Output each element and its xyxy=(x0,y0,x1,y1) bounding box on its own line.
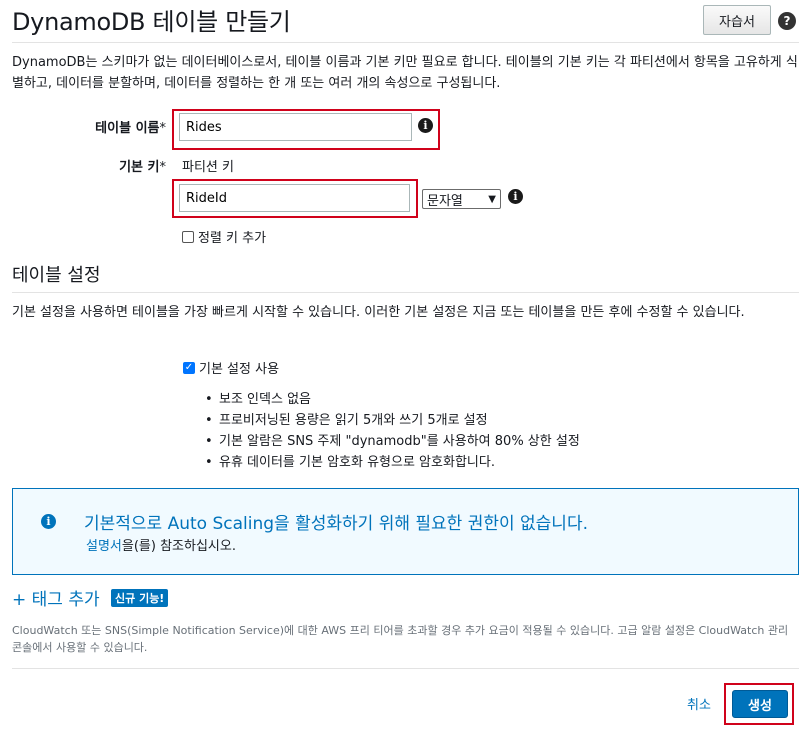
add-sort-key-option[interactable]: 정렬 키 추가 xyxy=(182,227,266,246)
info-panel-title: 기본적으로 Auto Scaling을 활성화하기 위해 필요한 권한이 없습니… xyxy=(84,514,588,534)
auto-scaling-info-panel: i 기본적으로 Auto Scaling을 활성화하기 위해 필요한 권한이 없… xyxy=(12,488,799,575)
table-settings-title: 테이블 설정 xyxy=(12,265,101,286)
cancel-button[interactable]: 취소 xyxy=(687,694,711,713)
table-name-input[interactable]: Rides xyxy=(179,113,412,141)
add-sort-key-checkbox[interactable] xyxy=(182,230,194,243)
pricing-footnote: CloudWatch 또는 SNS(Simple Notification Se… xyxy=(12,624,789,654)
info-panel-text: 설명서을(를) 참조하십시오. xyxy=(86,535,236,554)
primary-key-label: 기본 키* xyxy=(119,160,166,175)
chevron-down-icon: ▼ xyxy=(488,193,496,205)
intro-description: DynamoDB는 스키마가 없는 데이터베이스로서, 테이블 이름과 기본 키… xyxy=(12,55,798,91)
info-icon[interactable]: i xyxy=(418,118,433,133)
key-type-selected: 문자열 xyxy=(427,193,463,209)
use-defaults-option[interactable]: ✓ 기본 설정 사용 xyxy=(183,358,279,377)
list-item: 기본 알람은 SNS 주제 "dynamodb"를 사용하여 80% 상한 설정 xyxy=(205,431,580,452)
tutorial-button[interactable]: 자습서 xyxy=(703,5,771,35)
add-tag-link[interactable]: + 태그 추가 xyxy=(12,585,100,610)
documentation-link[interactable]: 설명서 xyxy=(86,539,122,554)
use-defaults-checkbox[interactable]: ✓ xyxy=(183,361,195,374)
partition-key-label: 파티션 키 xyxy=(182,160,234,175)
table-name-label: 테이블 이름* xyxy=(95,121,166,136)
info-icon[interactable]: i xyxy=(508,189,523,204)
list-item: 유휴 데이터를 기본 암호화 유형으로 암호화합니다. xyxy=(205,452,580,473)
list-item: 프로비저닝된 용량은 읽기 5개와 쓰기 5개로 설정 xyxy=(205,410,580,431)
divider xyxy=(12,292,799,293)
create-button[interactable]: 생성 xyxy=(732,690,788,718)
partition-key-input[interactable]: RideId xyxy=(179,184,410,212)
use-defaults-label: 기본 설정 사용 xyxy=(199,362,280,377)
list-item: 보조 인덱스 없음 xyxy=(205,389,580,410)
table-settings-description: 기본 설정을 사용하면 테이블을 가장 빠르게 시작할 수 있습니다. 이러한 … xyxy=(12,305,745,320)
help-icon[interactable]: ? xyxy=(778,12,796,30)
divider xyxy=(12,42,799,43)
info-icon: i xyxy=(41,514,56,529)
page-title: DynamoDB 테이블 만들기 xyxy=(12,8,291,36)
new-feature-badge: 신규 기능! xyxy=(111,589,169,607)
documentation-link-suffix: 을(를) 참조하십시오. xyxy=(121,539,236,554)
add-sort-key-label: 정렬 키 추가 xyxy=(198,231,267,246)
defaults-list: 보조 인덱스 없음 프로비저닝된 용량은 읽기 5개와 쓰기 5개로 설정 기본… xyxy=(205,389,580,473)
key-type-select[interactable]: 문자열 ▼ xyxy=(422,189,501,209)
divider xyxy=(12,668,799,669)
